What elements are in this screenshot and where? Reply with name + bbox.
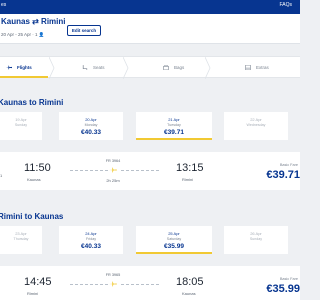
flight-number: FR 3965 <box>105 273 121 277</box>
departure-city: Rimini <box>27 291 39 296</box>
weekday-label: Sunday <box>249 237 263 241</box>
date-label: 19 Apr <box>15 117 27 122</box>
plane-icon <box>6 65 12 71</box>
date-option[interactable]: 22 Apr Wednesday <box>224 112 288 140</box>
booking-steps: Flights Seats Bags Extras <box>0 56 300 79</box>
weekday-label: Friday <box>86 237 96 241</box>
step-extras[interactable]: Extras <box>245 57 269 79</box>
flight-duration: 2h 25m <box>106 178 120 183</box>
departure-time: 14:45 <box>24 276 52 288</box>
edit-search-button[interactable]: Edit search <box>67 25 101 36</box>
date-label: 26 Apr <box>250 231 262 236</box>
date-price: €40.33 <box>81 243 101 250</box>
weekday-label: Monday <box>84 123 98 127</box>
weekday-label: Thursday <box>13 237 29 241</box>
route-subtitle: 20 Apr - 25 Apr · 1 👤 <box>1 32 45 37</box>
arrival-city: Kaunas <box>182 291 196 296</box>
date-label: 20 Apr <box>85 117 97 122</box>
step-chevron <box>123 57 129 79</box>
weekday-label: Wednesday <box>246 123 266 127</box>
date-option[interactable]: 26 Apr Sunday <box>224 226 288 254</box>
date-price: €35.99 <box>164 243 184 250</box>
date-option[interactable]: 19 Apr Sunday <box>0 112 42 140</box>
step-chevron <box>205 57 211 79</box>
date-label: 21 Apr <box>168 117 180 122</box>
route-title: Kaunas ⇄ Rimini <box>1 17 66 26</box>
date-option-selected[interactable]: 25 Apr Saturday €35.99 <box>136 226 212 254</box>
date-label: 22 Apr <box>250 117 262 122</box>
departure-city: Kaunas <box>27 177 41 182</box>
top-bar: es FAQs <box>0 0 300 14</box>
fare-price[interactable]: €35.99 <box>266 283 300 295</box>
bag-icon <box>163 65 169 71</box>
date-option[interactable]: 20 Apr Monday €40.33 <box>59 112 123 140</box>
date-label: 23 Apr <box>15 231 27 236</box>
route-line-right <box>121 170 159 171</box>
weekday-label: Tuesday <box>167 123 181 127</box>
seat-icon <box>82 65 88 71</box>
step-flights-label: Flights <box>17 65 32 70</box>
fare-type-label: Basic Fare <box>279 163 298 167</box>
date-option-selected[interactable]: 21 Apr Tuesday €39.71 <box>136 112 212 140</box>
weekday-label: Sunday <box>14 123 28 127</box>
arrival-time: 13:15 <box>176 162 204 174</box>
fare-price[interactable]: €39.71 <box>266 169 300 181</box>
route-header: Kaunas ⇄ Rimini 20 Apr - 25 Apr · 1 👤 Ed… <box>0 14 300 44</box>
route-line-left <box>70 284 108 285</box>
extras-icon <box>245 65 251 71</box>
fare-type-label: Basic Fare <box>279 277 298 281</box>
inbound-flight-card[interactable]: 14:45 Rimini FR 3965 18:05 Kaunas Basic … <box>0 266 300 300</box>
plane-icon <box>109 167 117 173</box>
step-extras-label: Extras <box>256 65 269 70</box>
inbound-date-strip: 23 Apr Thursday 24 Apr Friday €40.33 25 … <box>0 226 300 254</box>
route-line-left <box>70 170 108 171</box>
date-option[interactable]: 24 Apr Friday €40.33 <box>59 226 123 254</box>
arrival-city: Rimini <box>182 177 194 182</box>
step-bags[interactable]: Bags <box>163 57 184 79</box>
outbound-date-strip: 19 Apr Sunday 20 Apr Monday €40.33 21 Ap… <box>0 112 300 140</box>
flight-left-tag: 1 <box>0 173 3 178</box>
outbound-flight-card[interactable]: 1 11:50 Kaunas FR 3964 2h 25m 13:15 Rimi… <box>0 152 300 190</box>
date-price: €39.71 <box>164 129 184 136</box>
plane-icon <box>109 281 117 287</box>
outbound-title: Kaunas to Rimini <box>0 98 64 107</box>
step-seats[interactable]: Seats <box>82 57 105 79</box>
date-label: 25 Apr <box>168 231 180 236</box>
route-line-right <box>121 284 159 285</box>
weekday-label: Saturday <box>166 237 182 241</box>
step-chevron <box>49 57 55 79</box>
faqs-link[interactable]: FAQs <box>279 2 292 8</box>
date-option[interactable]: 23 Apr Thursday <box>0 226 42 254</box>
date-label: 24 Apr <box>85 231 97 236</box>
top-bar-left-text: es <box>1 2 7 8</box>
active-step-indicator <box>0 76 48 78</box>
step-seats-label: Seats <box>93 65 105 70</box>
flight-number: FR 3964 <box>105 159 121 163</box>
inbound-title: Rimini to Kaunas <box>0 212 64 221</box>
arrival-time: 18:05 <box>176 276 204 288</box>
step-bags-label: Bags <box>174 65 185 70</box>
date-price: €40.33 <box>81 129 101 136</box>
departure-time: 11:50 <box>24 162 51 174</box>
